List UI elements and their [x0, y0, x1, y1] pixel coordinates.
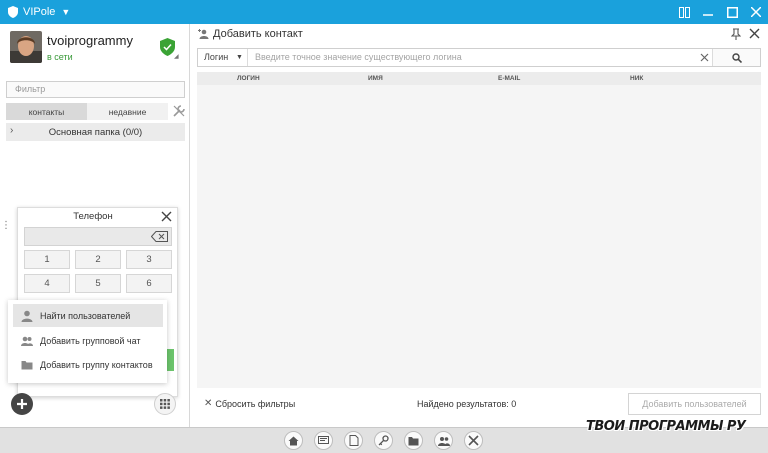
- reset-x-icon: ✕: [204, 398, 213, 409]
- panel-footer: ✕ Сбросить фильтры Найдено результатов: …: [191, 392, 768, 416]
- close-dialer-icon[interactable]: [161, 211, 172, 222]
- app-title: VIPole: [23, 6, 56, 18]
- settings-tools-icon[interactable]: [173, 105, 185, 117]
- avatar[interactable]: [10, 31, 42, 63]
- menu-item-label: Добавить групповой чат: [40, 335, 141, 346]
- files-button[interactable]: [344, 431, 363, 450]
- contact-folder[interactable]: › Основная папка (0/0): [6, 123, 185, 141]
- results-count: Найдено результатов: 0: [417, 399, 517, 409]
- resize-handle[interactable]: ⋮: [1, 220, 11, 231]
- chat-icon: [318, 435, 329, 444]
- contacts-icon: [437, 436, 450, 446]
- maximize-icon: [726, 6, 738, 18]
- contacts-button[interactable]: [434, 431, 453, 450]
- column-header-name[interactable]: ИМЯ: [368, 75, 383, 82]
- menu-item-add-contact-group[interactable]: Добавить группу контактов: [13, 353, 163, 376]
- watermark: ТВОИ ПРОГРАММЫ РУ: [586, 419, 746, 434]
- home-icon: [288, 436, 299, 445]
- dialpad-icon: [160, 399, 170, 409]
- add-button[interactable]: [11, 393, 33, 415]
- dial-key-4[interactable]: 4: [24, 274, 70, 293]
- chat-button[interactable]: [314, 431, 333, 450]
- dialpad-button[interactable]: [154, 393, 176, 415]
- contact-tabs: контакты недавние: [6, 103, 168, 120]
- dial-key-5[interactable]: 5: [75, 274, 121, 293]
- search-field-select[interactable]: Логин ▼: [198, 49, 248, 66]
- login-search-input[interactable]: Введите точное значение существующего ло…: [255, 49, 462, 66]
- online-status: в сети: [47, 52, 73, 62]
- dropdown-caret-icon: ▼: [236, 54, 243, 61]
- profile-menu-icon[interactable]: ◢: [174, 53, 179, 60]
- backspace-icon[interactable]: [151, 231, 168, 242]
- phone-number-input[interactable]: [24, 227, 172, 246]
- add-contact-panel: Добавить контакт Логин ▼ Введите точное …: [191, 24, 768, 427]
- results-table-header: ЛОГИН ИМЯ E-MAIL НИК: [197, 72, 761, 85]
- folders-button[interactable]: [404, 431, 423, 450]
- key-icon: [378, 435, 389, 446]
- vipole-shield-icon: [8, 6, 18, 18]
- folder-icon: [408, 436, 419, 445]
- close-window-button[interactable]: [744, 0, 768, 24]
- security-shield-icon: [160, 38, 175, 56]
- clear-search-icon[interactable]: [700, 53, 709, 62]
- filter-input[interactable]: Фильтр: [6, 81, 185, 98]
- user-icon: [21, 310, 33, 322]
- menu-item-find-users[interactable]: Найти пользователей: [13, 304, 163, 327]
- group-icon: [21, 336, 33, 346]
- panel-title: Добавить контакт: [213, 28, 303, 40]
- search-bar: Логин ▼ Введите точное значение существу…: [197, 48, 761, 67]
- minimize-icon: [703, 14, 713, 16]
- folder-icon: [21, 360, 33, 369]
- add-menu: Найти пользователей Добавить групповой ч…: [8, 300, 167, 383]
- reset-filters-link[interactable]: ✕ Сбросить фильтры: [204, 398, 295, 409]
- maximize-button[interactable]: [720, 0, 744, 24]
- dial-key-1[interactable]: 1: [24, 250, 70, 269]
- column-header-login[interactable]: ЛОГИН: [237, 75, 260, 82]
- add-contact-icon: [198, 29, 209, 39]
- tools-button[interactable]: [464, 431, 483, 450]
- home-button[interactable]: [284, 431, 303, 450]
- layout-toggle-button[interactable]: [672, 0, 696, 24]
- search-button[interactable]: [712, 49, 760, 66]
- search-icon: [731, 52, 742, 63]
- column-header-nick[interactable]: НИК: [630, 75, 643, 82]
- file-icon: [349, 435, 358, 446]
- reset-filters-label: Сбросить фильтры: [215, 398, 296, 409]
- folder-label: Основная папка (0/0): [48, 126, 143, 138]
- chevron-right-icon: ›: [10, 125, 14, 136]
- profile-header[interactable]: tvoiprogrammy в сети ◢: [0, 24, 190, 70]
- tools-icon: [468, 435, 479, 446]
- avatar-image: [10, 31, 42, 63]
- menu-item-label: Найти пользователей: [40, 310, 131, 321]
- menu-item-add-group-chat[interactable]: Добавить групповой чат: [13, 329, 163, 352]
- close-icon: [751, 7, 761, 17]
- dial-key-6[interactable]: 6: [126, 274, 172, 293]
- tab-recent[interactable]: недавние: [87, 103, 168, 120]
- menu-item-label: Добавить группу контактов: [40, 359, 153, 370]
- app-menu-caret-icon[interactable]: ▼: [61, 7, 70, 17]
- column-header-email[interactable]: E-MAIL: [498, 75, 520, 82]
- add-users-button[interactable]: Добавить пользователей: [628, 393, 761, 415]
- columns-icon: [678, 6, 690, 18]
- search-field-value: Логин: [204, 52, 229, 62]
- dialer-title: Телефон: [73, 211, 113, 222]
- dial-key-3[interactable]: 3: [126, 250, 172, 269]
- keys-button[interactable]: [374, 431, 393, 450]
- tab-contacts[interactable]: контакты: [6, 103, 87, 120]
- pin-icon[interactable]: [731, 28, 741, 40]
- panel-header: Добавить контакт: [191, 24, 768, 44]
- dial-key-2[interactable]: 2: [75, 250, 121, 269]
- title-bar: VIPole ▼: [0, 0, 768, 24]
- username: tvoiprogrammy: [47, 33, 133, 48]
- results-table-body: [197, 85, 761, 388]
- minimize-button[interactable]: [696, 0, 720, 24]
- close-panel-icon[interactable]: [749, 28, 760, 39]
- plus-icon: [17, 399, 27, 409]
